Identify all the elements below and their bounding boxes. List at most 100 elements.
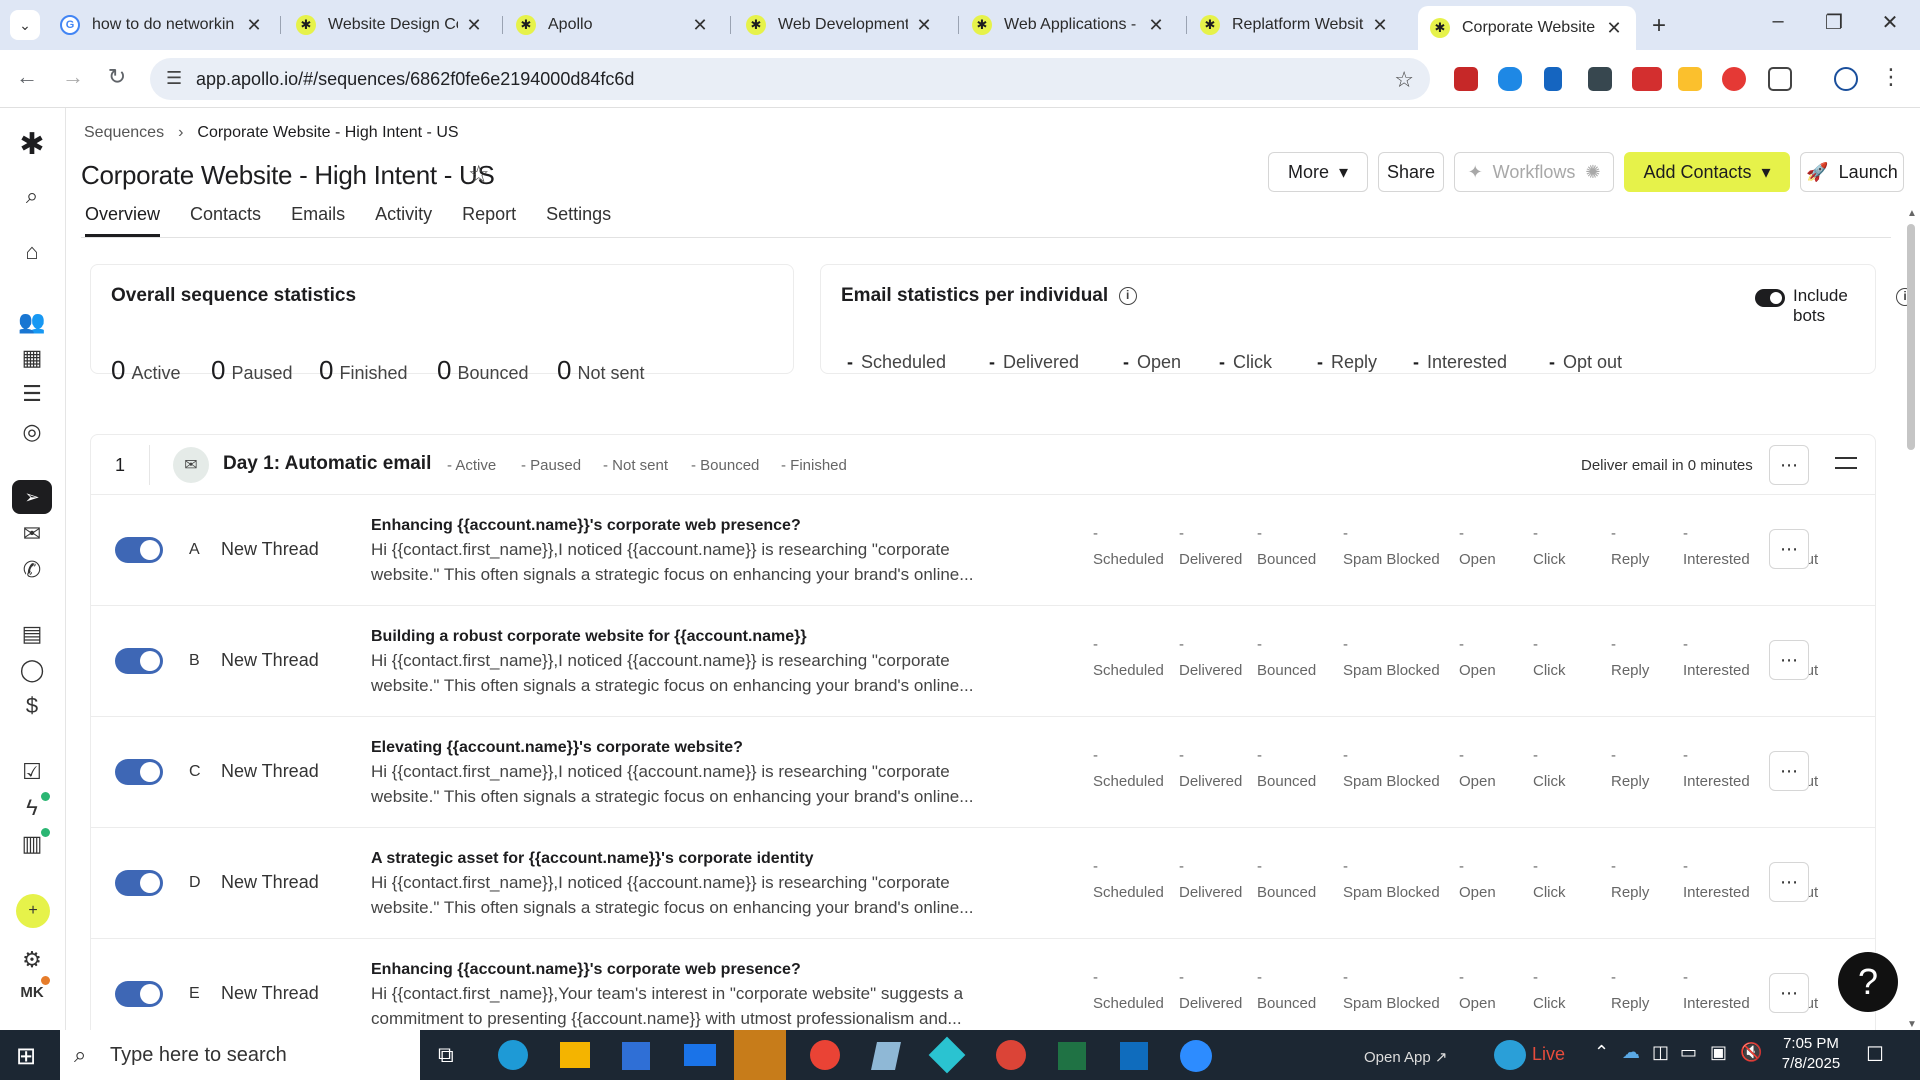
volume-muted-icon[interactable]: 🔇 <box>1740 1042 1762 1063</box>
tray-meet-icon[interactable]: ◫ <box>1652 1042 1669 1063</box>
variant-body-preview[interactable]: Hi {{contact.first_name}},I noticed {{ac… <box>371 870 981 920</box>
variant-subject[interactable]: Elevating {{account.name}}'s corporate w… <box>371 739 743 757</box>
notifications-icon[interactable]: ☐ <box>1866 1042 1884 1067</box>
more-button[interactable]: More ▾ <box>1268 152 1368 192</box>
deals-dollar-icon[interactable]: $ <box>18 692 46 720</box>
variant-more-button[interactable]: ⋯ <box>1769 640 1809 680</box>
browser-tab[interactable]: ✱ Web Development C ✕ <box>734 8 946 42</box>
new-tab-icon[interactable]: + <box>1652 12 1666 40</box>
conversations-icon[interactable]: ◯ <box>18 656 46 684</box>
taskbar-search-box[interactable]: ⌕ Type here to search <box>60 1030 420 1080</box>
variant-enabled-toggle[interactable] <box>115 870 163 896</box>
zoom-icon[interactable] <box>1180 1040 1212 1072</box>
chrome-icon[interactable] <box>810 1040 840 1070</box>
variant-body-preview[interactable]: Hi {{contact.first_name}},Your team's in… <box>371 981 981 1030</box>
tab-contacts[interactable]: Contacts <box>190 204 261 235</box>
variant-enabled-toggle[interactable] <box>115 537 163 563</box>
variant-row[interactable]: C New Thread Elevating {{account.name}}'s … <box>91 717 1875 828</box>
address-bar[interactable]: ☰ app.apollo.io/#/sequences/6862f0fe6e21… <box>150 58 1430 100</box>
close-tab-icon[interactable]: ✕ <box>1146 15 1166 36</box>
analytics-icon[interactable]: ▥ <box>18 828 50 858</box>
pdf-extension-icon[interactable] <box>1454 67 1478 91</box>
clock[interactable]: 7:05 PM 7/8/2025 <box>1766 1034 1856 1074</box>
puzzle-extensions-icon[interactable] <box>1768 67 1792 91</box>
tab-search-icon[interactable]: ⌄ <box>10 10 40 40</box>
browser-tab[interactable]: ✱ Website Design Com ✕ <box>284 8 496 42</box>
reload-icon[interactable]: ↻ <box>102 64 132 90</box>
browser-tab-active[interactable]: ✱ Corporate Website - ✕ <box>1418 6 1636 50</box>
onedrive-cloud-icon[interactable]: ☁ <box>1622 1042 1640 1063</box>
new-extension-icon[interactable] <box>1632 67 1662 91</box>
workflows-button[interactable]: ✦ Workflows ✺ <box>1454 152 1614 192</box>
task-view-icon[interactable]: ⧉ <box>438 1042 454 1068</box>
variant-subject[interactable]: Building a robust corporate website for … <box>371 628 807 646</box>
variant-body-preview[interactable]: Hi {{contact.first_name}},I noticed {{ac… <box>371 759 981 809</box>
breadcrumb-sequences-link[interactable]: Sequences <box>84 124 164 142</box>
settings-gear-icon[interactable]: ⚙ <box>18 946 46 974</box>
close-tab-icon[interactable]: ✕ <box>1370 15 1390 36</box>
search-icon[interactable]: ⌕ <box>18 182 46 210</box>
close-tab-icon[interactable]: ✕ <box>1604 18 1624 39</box>
variant-more-button[interactable]: ⋯ <box>1769 529 1809 569</box>
variant-subject[interactable]: Enhancing {{account.name}}'s corporate w… <box>371 961 801 979</box>
close-tab-icon[interactable]: ✕ <box>244 15 264 36</box>
data-enrichment-icon[interactable]: ◎ <box>18 418 46 446</box>
sequences-icon[interactable]: ➢ <box>12 480 52 514</box>
coupon-extension-icon[interactable] <box>1678 67 1702 91</box>
network-icon[interactable]: ▣ <box>1710 1042 1727 1063</box>
browser-tab[interactable]: G how to do networkin ✕ <box>48 8 276 42</box>
tray-chevron-up-icon[interactable]: ⌃ <box>1594 1042 1609 1063</box>
variant-row[interactable]: A New Thread Enhancing {{account.name}}'s … <box>91 495 1875 606</box>
tab-settings[interactable]: Settings <box>546 204 611 235</box>
step-more-button[interactable]: ⋯ <box>1769 445 1809 485</box>
tab-overview[interactable]: Overview <box>85 204 161 237</box>
browser-tab[interactable]: ✱ Apollo ✕ <box>504 8 722 42</box>
folder-extension-icon[interactable] <box>1588 67 1612 91</box>
close-window-icon[interactable]: ✕ <box>1870 10 1910 35</box>
variant-more-button[interactable]: ⋯ <box>1769 973 1809 1013</box>
outlook-icon[interactable] <box>1120 1042 1148 1070</box>
variant-enabled-toggle[interactable] <box>115 648 163 674</box>
companies-icon[interactable]: ▦ <box>18 344 46 372</box>
meetings-calendar-icon[interactable]: ▤ <box>18 620 46 648</box>
variant-enabled-toggle[interactable] <box>115 981 163 1007</box>
variant-more-button[interactable]: ⋯ <box>1769 862 1809 902</box>
add-contacts-button[interactable]: Add Contacts ▾ <box>1624 152 1790 192</box>
mail-app-icon[interactable] <box>684 1044 716 1066</box>
scrollbar-thumb[interactable] <box>1907 224 1915 450</box>
variant-enabled-toggle[interactable] <box>115 759 163 785</box>
help-button[interactable]: ? <box>1838 952 1898 1012</box>
lists-icon[interactable]: ☰ <box>18 380 46 408</box>
edge-icon[interactable] <box>498 1040 528 1070</box>
shield-extension-icon[interactable] <box>1498 67 1522 91</box>
app-diamond-icon[interactable] <box>928 1036 966 1074</box>
share-button[interactable]: Share <box>1378 152 1444 192</box>
favorite-star-icon[interactable]: ☆ <box>468 160 490 189</box>
emails-icon[interactable]: ✉ <box>18 520 46 548</box>
tab-report[interactable]: Report <box>462 204 516 235</box>
browser-tab[interactable]: ✱ Replatform Website ✕ <box>1188 8 1402 42</box>
site-info-icon[interactable]: ☰ <box>166 68 182 89</box>
variant-subject[interactable]: Enhancing {{account.name}}'s corporate w… <box>371 517 801 535</box>
forward-icon[interactable]: → <box>58 64 88 90</box>
info-icon[interactable]: i <box>1118 286 1137 305</box>
variant-row[interactable]: D New Thread A strategic asset for {{accou… <box>91 828 1875 939</box>
battery-icon[interactable]: ▭ <box>1680 1042 1697 1063</box>
store-icon[interactable] <box>622 1042 650 1070</box>
chrome-profile-icon[interactable] <box>996 1040 1026 1070</box>
launch-button[interactable]: 🚀 Launch <box>1800 152 1904 192</box>
variant-row[interactable]: B New Thread Building a robust corporate w… <box>91 606 1875 717</box>
notes-app-icon[interactable] <box>871 1042 901 1070</box>
windows-start-icon[interactable]: ⊞ <box>16 1042 36 1071</box>
pokeball-extension-icon[interactable] <box>1722 67 1746 91</box>
bookmark-star-icon[interactable]: ☆ <box>1394 67 1414 93</box>
tab-activity[interactable]: Activity <box>375 204 432 235</box>
restore-icon[interactable]: ❐ <box>1814 10 1854 35</box>
close-tab-icon[interactable]: ✕ <box>690 15 710 36</box>
variant-body-preview[interactable]: Hi {{contact.first_name}},I noticed {{ac… <box>371 537 981 587</box>
tasks-icon[interactable]: ☑ <box>18 758 46 786</box>
include-bots-toggle[interactable] <box>1755 289 1785 307</box>
browser-menu-icon[interactable]: ⋮ <box>1880 64 1902 90</box>
variant-subject[interactable]: A strategic asset for {{account.name}}'s… <box>371 850 813 868</box>
scrollbar[interactable]: ▲ ▼ <box>1904 208 1918 1030</box>
